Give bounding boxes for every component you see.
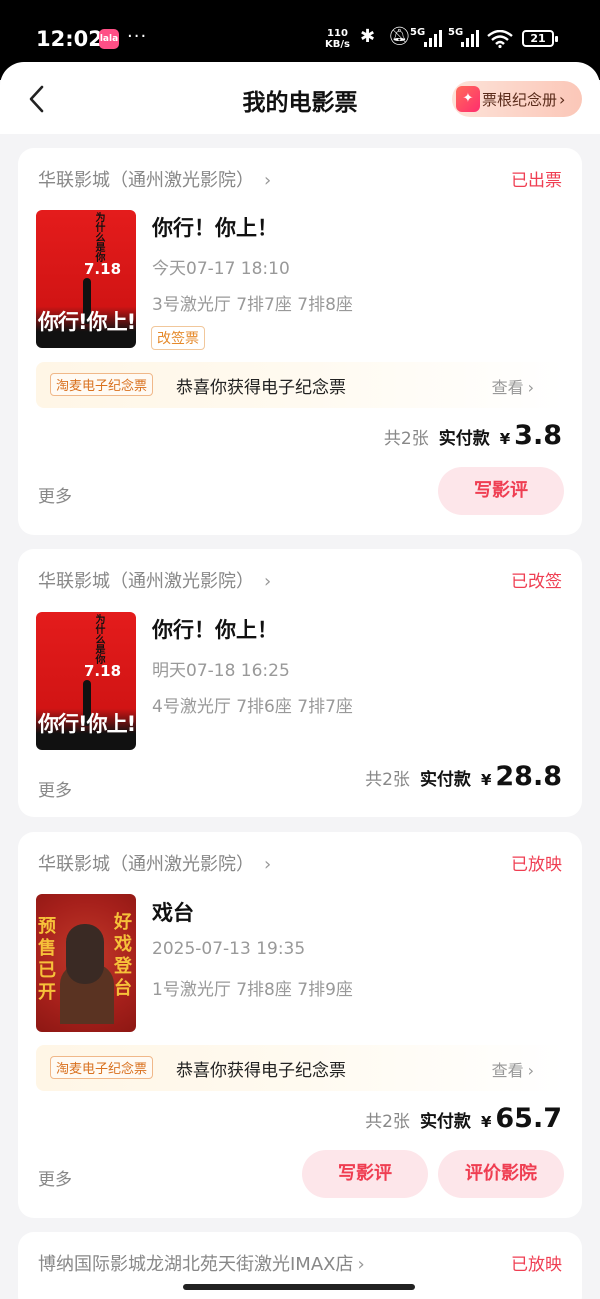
cinema-name-link[interactable]: 华联影城（通州激光影院） › [38, 166, 271, 192]
chevron-right-icon: › [264, 170, 272, 191]
souvenir-view-link[interactable]: 查看 › [492, 374, 534, 398]
poster-title: 你行!你上! [38, 310, 136, 334]
souvenir-text: 恭喜你获得电子纪念票 [176, 1061, 346, 1081]
souvenir-tag: 淘麦电子纪念票 [50, 373, 154, 396]
cinema-name: 华联影城（通州激光影院） [38, 571, 254, 592]
poster-title: 你行!你上! [38, 712, 136, 736]
order-status: 已改签 [511, 572, 562, 592]
rate-cinema-button[interactable]: 评价影院 [438, 1150, 564, 1198]
cinema-name: 华联影城（通州激光影院） [38, 854, 254, 875]
order-card[interactable]: 华联影城（通州激光影院） › 已出票 为什么是你 7.18 你行!你上! 你行！你… [18, 148, 582, 535]
hall-seats: 4号激光厅 7排6座 7排7座 [152, 697, 353, 717]
ticket-count: 共2张 [365, 1112, 410, 1132]
chevron-right-icon: › [559, 89, 566, 109]
poster-left-text: 预售已开 [38, 916, 56, 1003]
paid-label: 实付款 [438, 429, 490, 449]
souvenir-view-link[interactable]: 查看 › [492, 1057, 534, 1081]
hall-seats: 1号激光厅 7排8座 7排9座 [152, 980, 353, 1000]
app-notification-icon: lala [99, 29, 119, 49]
order-status: 已出票 [511, 171, 562, 191]
currency-symbol: ¥ [499, 430, 511, 448]
sparkle-icon: ✦ [456, 86, 480, 112]
order-status: 已放映 [511, 1255, 562, 1275]
signal-a-icon [424, 30, 442, 47]
cinema-name: 博纳国际影城龙湖北苑天街激光IMAX店 [38, 1254, 354, 1275]
wifi-icon [487, 30, 513, 48]
ticket-count: 共2张 [365, 770, 410, 790]
cinema-name-link[interactable]: 华联影城（通州激光影院） › [38, 567, 271, 593]
order-status: 已放映 [511, 855, 562, 875]
showtime: 2025-07-13 19:35 [152, 939, 306, 959]
more-button[interactable]: 更多 [38, 776, 72, 801]
network-speed-unit: KB/s [325, 39, 350, 50]
ticket-count: 共2张 [383, 429, 429, 449]
movie-title: 你行！你上！ [152, 216, 278, 240]
payment-summary: 共2张 实付款 ¥ 3.8 [384, 420, 562, 451]
cinema-name-link[interactable]: 博纳国际影城龙湖北苑天街激光IMAX店 › [38, 1250, 365, 1276]
order-card[interactable]: 华联影城（通州激光影院） › 已改签 为什么是你 7.18 你行!你上! 你行！你… [18, 549, 582, 817]
more-button[interactable]: 更多 [38, 1165, 72, 1190]
cinema-name-link[interactable]: 华联影城（通州激光影院） › [38, 850, 271, 876]
hall-seats: 3号激光厅 7排7座 7排8座 [152, 295, 353, 315]
nav-header: 我的电影票 ✦ 票根纪念册 › [0, 62, 600, 134]
home-indicator[interactable] [183, 1284, 415, 1290]
chevron-right-icon: › [527, 1061, 534, 1080]
souvenir-text: 恭喜你获得电子纪念票 [176, 378, 346, 398]
movie-poster[interactable]: 为什么是你 7.18 你行!你上! [36, 210, 136, 348]
poster-date: 7.18 [84, 260, 122, 278]
cinema-name: 华联影城（通州激光影院） [38, 170, 254, 191]
chevron-right-icon: › [264, 854, 272, 875]
signal-b-icon [461, 30, 479, 47]
paid-amount: 3.8 [514, 420, 562, 451]
paid-amount: 28.8 [495, 761, 562, 792]
payment-summary: 共2张 实付款 ¥ 28.8 [365, 761, 562, 792]
chevron-right-icon: › [357, 1254, 365, 1275]
showtime: 明天07-18 16:25 [152, 661, 290, 681]
souvenir-view-label: 查看 [491, 1061, 524, 1080]
rebooked-ticket-tag: 改签票 [151, 326, 205, 350]
battery-icon: 21 [522, 30, 558, 47]
network-speed-value: 110 [327, 28, 348, 39]
currency-symbol: ¥ [480, 1113, 492, 1131]
chevron-right-icon: › [264, 571, 272, 592]
network-type-a: 5G [410, 27, 426, 38]
paid-label: 实付款 [419, 770, 471, 790]
movie-poster[interactable]: 为什么是你 7.18 你行!你上! [36, 612, 136, 750]
chevron-right-icon: › [527, 378, 534, 397]
ticket-stub-album-button[interactable]: ✦ 票根纪念册 › [452, 81, 582, 117]
more-notifications-icon: ··· [127, 26, 148, 47]
network-speed: 110 KB/s [325, 28, 350, 50]
poster-top-text: 为什么是你 [93, 212, 104, 262]
mute-bell-icon: 🔕︎ [388, 26, 411, 47]
souvenir-tag: 淘麦电子纪念票 [50, 1056, 154, 1079]
currency-symbol: ¥ [480, 771, 492, 789]
bluetooth-icon: ✱ [360, 26, 376, 47]
payment-summary: 共2张 实付款 ¥ 65.7 [365, 1103, 562, 1134]
more-button[interactable]: 更多 [38, 482, 72, 507]
poster-top-text: 为什么是你 [93, 614, 104, 664]
write-review-button[interactable]: 写影评 [302, 1150, 428, 1198]
souvenir-ticket-banner[interactable]: 淘麦电子纪念票 恭喜你获得电子纪念票 查看 › [36, 362, 564, 408]
ticket-stub-album-label: 票根纪念册 [482, 90, 558, 109]
movie-title: 你行！你上！ [152, 618, 278, 642]
showtime: 今天07-17 18:10 [152, 259, 290, 279]
poster-date: 7.18 [84, 662, 122, 680]
movie-poster[interactable]: 预售已开 好戏登台 [36, 894, 136, 1032]
poster-right-text: 好戏登台 [114, 912, 132, 999]
paid-amount: 65.7 [495, 1103, 562, 1134]
status-time: 12:02 [36, 27, 103, 51]
paid-label: 实付款 [419, 1112, 471, 1132]
poster-figure [66, 924, 104, 984]
souvenir-ticket-banner[interactable]: 淘麦电子纪念票 恭喜你获得电子纪念票 查看 › [36, 1045, 564, 1091]
write-review-button[interactable]: 写影评 [438, 467, 564, 515]
souvenir-view-label: 查看 [491, 378, 524, 397]
order-card[interactable]: 华联影城（通州激光影院） › 已放映 预售已开 好戏登台 戏台 2025-07-1… [18, 832, 582, 1218]
movie-title: 戏台 [152, 901, 194, 925]
